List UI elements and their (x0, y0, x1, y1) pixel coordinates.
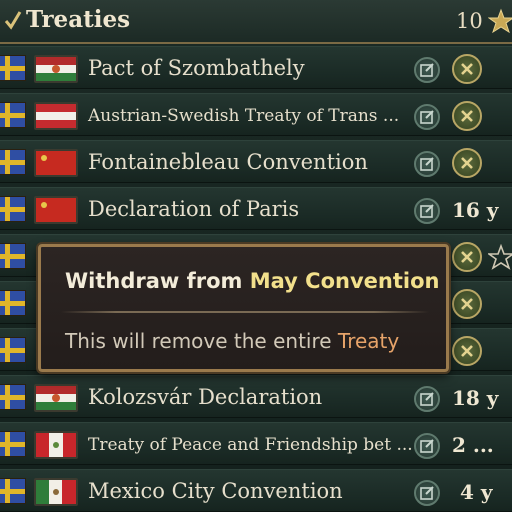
withdraw-button[interactable] (452, 242, 482, 272)
withdraw-button[interactable] (452, 336, 482, 366)
red-flag-icon (34, 149, 78, 177)
treaty-row[interactable]: Treaty of Peace and Friendship bet ... 2… (0, 422, 512, 465)
cancel-icon (461, 298, 473, 310)
treaty-name: Mexico City Convention (88, 479, 343, 503)
cancel-icon (461, 251, 473, 263)
sweden-flag-icon (0, 196, 26, 222)
treaty-highlight: May Convention (249, 269, 440, 293)
withdraw-button[interactable] (452, 54, 482, 84)
cancel-icon (461, 110, 473, 122)
edit-icon (420, 392, 434, 406)
header-title: Treaties (26, 6, 131, 33)
cancel-icon (461, 157, 473, 169)
edit-button[interactable] (414, 57, 440, 83)
edit-button[interactable] (414, 151, 440, 177)
star-icon[interactable] (488, 244, 512, 270)
treaty-row[interactable]: Pact of Szombathely (0, 46, 512, 89)
edit-icon (420, 63, 434, 77)
tooltip-body: This will remove the entire Treaty (65, 329, 400, 353)
sweden-flag-icon (0, 337, 26, 363)
treaty-row[interactable]: Declaration of Paris 16 y (0, 187, 512, 230)
edit-icon (420, 439, 434, 453)
edit-icon (420, 157, 434, 171)
sweden-flag-icon (0, 384, 26, 410)
withdraw-button[interactable] (452, 148, 482, 178)
withdraw-button[interactable] (452, 101, 482, 131)
sweden-flag-icon (0, 102, 26, 128)
treaty-word-highlight: Treaty (337, 329, 400, 353)
treaty-name: Fontainebleau Convention (88, 150, 368, 174)
austria-flag-icon (34, 102, 78, 130)
peru-flag-icon (34, 431, 78, 459)
edit-icon (420, 110, 434, 124)
sweden-flag-icon (0, 55, 26, 81)
treaties-panel: Treaties 10 Pact of Szombathely Austrian… (0, 0, 512, 512)
edit-icon (420, 204, 434, 218)
treaty-row[interactable]: Kolozsvár Declaration 18 y (0, 375, 512, 418)
cancel-icon (461, 63, 473, 75)
treaty-years: 16 y (452, 198, 499, 222)
treaty-row[interactable]: Fontainebleau Convention (0, 140, 512, 183)
edit-button[interactable] (414, 433, 440, 459)
check-icon (4, 11, 22, 30)
edit-button[interactable] (414, 104, 440, 130)
cancel-icon (461, 345, 473, 357)
treaty-years: 2 ... (452, 433, 494, 457)
sweden-flag-icon (0, 431, 26, 457)
sweden-flag-icon (0, 243, 26, 269)
treaty-years: 4 y (460, 480, 493, 504)
treaties-header[interactable]: Treaties 10 (0, 0, 512, 44)
hungary-flag-icon (34, 384, 78, 412)
mexico-flag-icon (34, 478, 78, 506)
tooltip-title: Withdraw from May Convention (65, 269, 440, 293)
red-flag-icon (34, 196, 78, 224)
edit-button[interactable] (414, 198, 440, 224)
star-icon[interactable] (488, 8, 512, 34)
treaty-name: Pact of Szombathely (88, 56, 305, 80)
treaty-row[interactable]: Austrian-Swedish Treaty of Trans ... (0, 93, 512, 136)
treaty-name: Kolozsvár Declaration (88, 385, 323, 409)
withdraw-tooltip: Withdraw from May Convention This will r… (38, 244, 449, 372)
sweden-flag-icon (0, 149, 26, 175)
treaty-row[interactable]: Mexico City Convention 4 y (0, 469, 512, 512)
hungary-flag-icon (34, 55, 78, 83)
edit-button[interactable] (414, 480, 440, 506)
withdraw-button[interactable] (452, 289, 482, 319)
edit-icon (420, 486, 434, 500)
treaty-count: 10 (456, 9, 483, 33)
edit-button[interactable] (414, 386, 440, 412)
treaty-name: Declaration of Paris (88, 197, 300, 221)
treaty-years: 18 y (452, 386, 499, 410)
sweden-flag-icon (0, 478, 26, 504)
treaty-name: Austrian-Swedish Treaty of Trans ... (88, 106, 400, 126)
tooltip-divider (61, 311, 429, 313)
sweden-flag-icon (0, 290, 26, 316)
treaty-name: Treaty of Peace and Friendship bet ... (88, 435, 413, 455)
